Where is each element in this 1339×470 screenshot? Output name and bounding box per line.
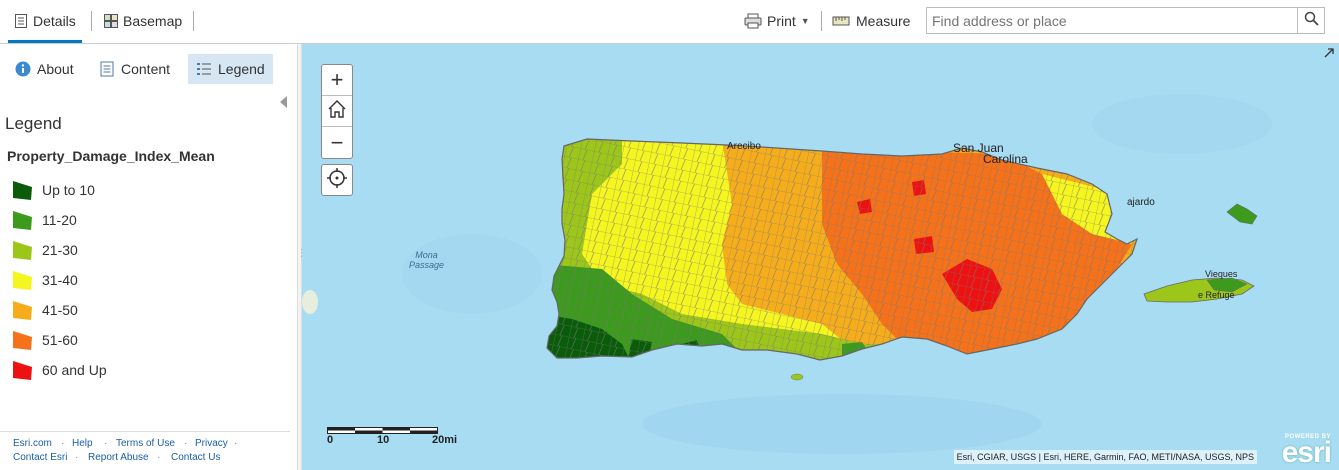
tab-legend[interactable]: Legend [188,54,273,84]
place-label-vieques: Vieques [1205,269,1238,279]
tab-content[interactable]: Content [91,54,178,84]
home-icon [327,98,347,124]
water-label-line: Passage [409,260,445,270]
content-icon [99,61,115,77]
legend-swatch [13,330,32,350]
legend-swatch [13,300,32,320]
ruler-icon [832,13,850,29]
expand-icon[interactable] [1323,46,1335,64]
zoom-control: + − [321,64,353,159]
info-icon [15,61,31,77]
basemap-label: Basemap [123,13,183,29]
tab-content-label: Content [121,61,171,77]
print-label: Print [767,13,796,29]
separator-dot: · [157,452,161,463]
contact-us-link[interactable]: Contact Us [171,452,220,463]
legend-item: Up to 10 [12,179,95,201]
legend-item-label: 11-20 [42,212,77,228]
map-canvas [302,94,1272,454]
privacy-link[interactable]: Privacy [195,438,228,449]
legend-swatch [13,270,32,290]
legend-item: 31-40 [12,269,78,291]
tab-legend-label: Legend [218,61,265,77]
legend-item: 51-60 [12,329,78,351]
scale-label: 20mi [432,434,458,446]
details-tab[interactable]: Details [8,8,82,43]
water-label-line: Mona [415,250,438,260]
scale-label: 10 [377,434,390,446]
legend-item-label: 21-30 [42,242,78,258]
top-toolbar: Details Basemap Print ▼ Measure [0,0,1339,44]
legend-swatch [13,180,32,200]
search-button[interactable] [1298,7,1325,34]
esri-logo: POWERED BY esri [1281,434,1332,469]
legend-swatch [13,240,32,260]
separator-dot: · [61,438,65,449]
print-button[interactable]: Print ▼ [744,8,810,34]
map-attribution: Esri, CGIAR, USGS | Esri, HERE, Garmin, … [953,450,1257,464]
document-icon [14,14,28,28]
terms-link[interactable]: Terms of Use [116,438,175,449]
scale-label: 0 [327,434,334,446]
legend-item: 60 and Up [12,359,107,381]
separator-dot: · [75,452,79,463]
legend-item-label: 60 and Up [42,362,107,378]
chevron-down-icon: ▼ [800,16,810,26]
legend-item-label: 51-60 [42,332,78,348]
esri-wordmark: esri [1281,436,1332,469]
report-abuse-link[interactable]: Report Abuse [88,452,149,463]
measure-button[interactable]: Measure [832,8,910,34]
details-label: Details [33,13,76,29]
layer-title: Property_Damage_Index_Mean [7,148,215,164]
basemap-grid-icon [104,14,118,28]
legend-item-label: 41-50 [42,302,78,318]
map-view[interactable]: + − Arecibo San Juan Carolina ajardo Vie… [302,44,1339,470]
place-label-arecibo: Arecibo [727,141,761,152]
measure-label: Measure [856,13,911,29]
zoom-out-button[interactable]: − [322,127,352,158]
legend-swatch [13,360,32,380]
divider [821,11,822,31]
separator-dot: · [184,438,188,449]
scale-bar: 0 10 20mi [327,424,457,446]
place-label-refuge: e Refuge [1198,290,1235,300]
place-label-carolina: Carolina [983,152,1028,166]
esri-com-link[interactable]: Esri.com [13,438,52,449]
divider [91,11,92,31]
separator-dot: · [234,438,238,449]
legend-swatch [13,210,32,230]
legend-item-label: Up to 10 [42,182,95,198]
divider [193,11,194,31]
footer-links: Esri.com · Help · Terms of Use · Privacy… [0,431,290,463]
legend-item-label: 31-40 [42,272,78,288]
basemap-tab[interactable]: Basemap [104,8,182,34]
legend-icon [196,61,212,77]
zoom-in-button[interactable]: + [322,65,352,96]
help-link[interactable]: Help [72,438,93,449]
printer-icon [744,13,762,29]
place-label-fajardo: ajardo [1127,197,1155,208]
left-panel: About Content Legend Legend Property_Dam… [0,44,297,470]
water-label-mona-passage: Mona Passage [409,250,444,270]
locate-icon [327,167,347,193]
locate-button[interactable] [321,164,353,196]
legend-item: 11-20 [12,209,77,231]
legend-heading: Legend [5,114,62,133]
home-button[interactable] [322,96,352,127]
tab-about-label: About [37,61,74,77]
legend-item: 21-30 [12,239,78,261]
collapse-panel-icon[interactable] [280,96,287,108]
search-input[interactable] [926,7,1298,34]
tab-about[interactable]: About [7,54,82,84]
search-icon [1304,11,1319,31]
contact-esri-link[interactable]: Contact Esri [13,452,67,463]
separator-dot: · [104,438,108,449]
legend-item: 41-50 [12,299,78,321]
